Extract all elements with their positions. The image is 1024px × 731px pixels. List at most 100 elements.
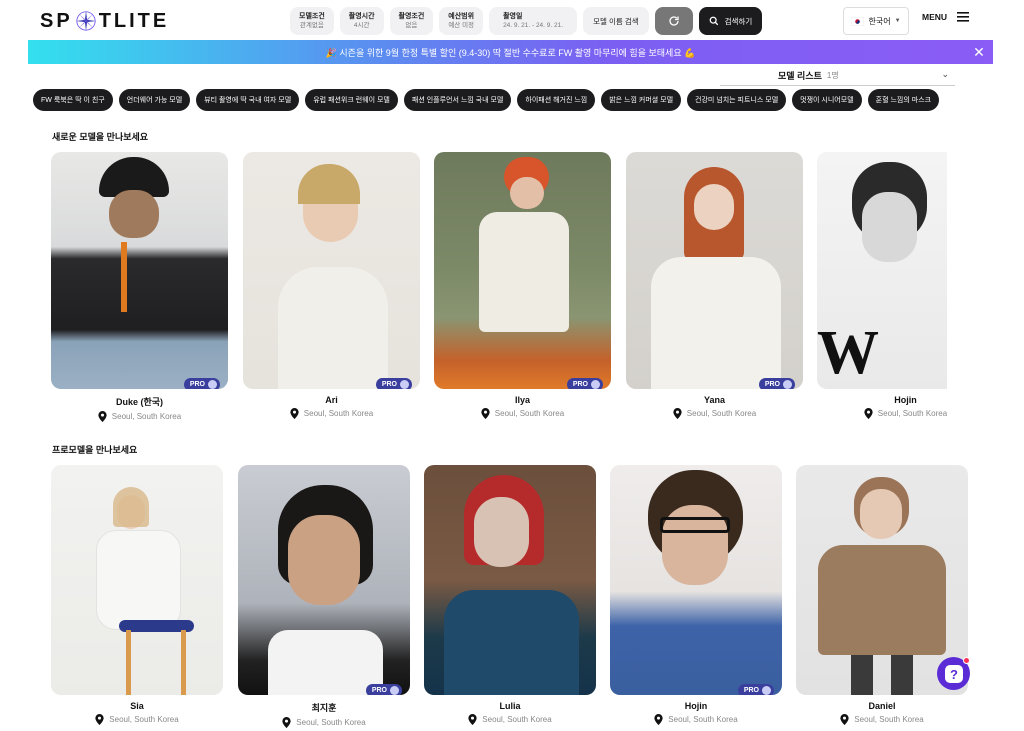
filter-title: 예산범위	[448, 12, 475, 20]
filter-value: 관계없음	[299, 21, 324, 29]
logo-text-left: SP	[40, 9, 73, 32]
tag-chip[interactable]: 언더웨어 가능 모델	[118, 89, 191, 111]
model-photo[interactable]: PRO	[238, 465, 410, 695]
model-location: Seoul, South Korea	[796, 714, 968, 725]
chevron-down-icon: ⌄	[941, 69, 949, 79]
menu-label: MENU	[922, 12, 948, 22]
model-photo[interactable]: PRO	[243, 152, 420, 389]
filter-shoot-hours[interactable]: 촬영시간 4시간	[339, 7, 384, 35]
model-list-count: 1명	[826, 71, 839, 80]
model-list-dropdown[interactable]: 모델 리스트 1명 ⌄	[720, 66, 955, 86]
model-photo[interactable]	[424, 465, 596, 695]
model-photo[interactable]: PRO	[626, 152, 803, 389]
filter-value: 24. 9. 21. - 24. 9. 21.	[503, 21, 564, 29]
pro-badge-label: PRO	[743, 687, 759, 694]
location-pin-icon	[481, 408, 490, 419]
pro-badge-label: PRO	[381, 381, 397, 388]
model-location: Seoul, South Korea	[238, 717, 410, 728]
model-name: Lulia	[499, 701, 521, 711]
location-pin-icon	[673, 408, 682, 419]
model-location-text: Seoul, South Korea	[686, 409, 757, 418]
pro-badge: PRO	[365, 684, 402, 695]
logo-text-right: TLITE	[98, 9, 170, 32]
filter-model-condition[interactable]: 모델조건 관계없음	[290, 7, 334, 35]
filter-title: 촬영시간	[348, 12, 375, 20]
filter-budget[interactable]: 예산범위 예산 미정	[439, 7, 484, 35]
refresh-button[interactable]	[654, 7, 693, 35]
filter-value: 예산 미정	[448, 21, 475, 29]
pro-globe-icon	[400, 380, 409, 389]
location-pin-icon	[95, 714, 104, 725]
pro-badge-label: PRO	[764, 381, 780, 388]
model-name-search-input[interactable]: 모델 이름 검색	[583, 7, 649, 35]
menu-button[interactable]: MENU	[922, 12, 970, 22]
location-pin-icon	[468, 714, 477, 725]
promo-banner[interactable]: 🎉 시즌을 위한 9월 한정 특별 할인 (9.4-30) 딱 절반 수수료로 …	[28, 40, 993, 64]
model-name: Hojin	[894, 395, 917, 405]
model-photo[interactable]: PRO	[610, 465, 782, 695]
tag-chip[interactable]: 훈혈 느낌의 마스크	[867, 89, 940, 111]
close-icon[interactable]: ✕	[971, 44, 987, 60]
model-card[interactable]: PRO 최지훈 Seoul, South Korea	[238, 465, 410, 728]
tag-chip[interactable]: 건강미 넘치는 피트니스 모델	[687, 89, 787, 111]
model-location-text: Seoul, South Korea	[494, 409, 565, 418]
model-location: Seoul, South Korea	[51, 714, 223, 725]
location-pin-icon	[98, 411, 107, 422]
model-photo[interactable]: W	[817, 152, 947, 389]
model-location: Seoul, South Korea	[243, 408, 420, 419]
pro-globe-icon	[762, 686, 771, 695]
model-photo[interactable]	[51, 465, 223, 695]
tag-chip[interactable]: 멋쟁이 시니어모델	[792, 89, 862, 111]
tag-chip[interactable]: 유럽 패션위크 런웨이 모델	[305, 89, 398, 111]
spotlite-logo[interactable]: SP TLITE	[40, 8, 169, 34]
search-filter-bar: 모델조건 관계없음 촬영시간 4시간 촬영조건 없음 예산범위 예산 미정 촬영…	[290, 7, 763, 35]
filter-title: 촬영조건	[398, 12, 425, 20]
chevron-down-icon: ▼	[894, 18, 901, 24]
model-card[interactable]: PRO Duke (한국) Seoul, South Korea	[51, 152, 228, 422]
model-location: Seoul, South Korea	[626, 408, 803, 419]
filter-shoot-date[interactable]: 촬영일 24. 9. 21. - 24. 9. 21.	[489, 7, 578, 35]
help-button[interactable]: ?	[937, 657, 970, 690]
pro-badge: PRO	[375, 378, 412, 389]
model-name: 최지훈	[311, 703, 337, 713]
pro-badge: PRO	[566, 378, 603, 389]
pro-badge-label: PRO	[371, 687, 387, 694]
filter-value: 4시간	[353, 21, 370, 29]
filter-shoot-condition[interactable]: 촬영조건 없음	[389, 7, 434, 35]
model-photo[interactable]: PRO	[51, 152, 228, 389]
model-name: Duke (한국)	[115, 397, 164, 407]
model-name: Sia	[130, 701, 144, 711]
tag-chip[interactable]: 밝은 느낌 커머셜 모델	[601, 89, 682, 111]
model-card[interactable]: PRO Ilya Seoul, South Korea	[434, 152, 611, 419]
filter-value: 없음	[405, 21, 418, 29]
search-icon	[709, 16, 718, 26]
model-card[interactable]: W Hojin Seoul, South Korea	[817, 152, 947, 419]
language-select[interactable]: 한국어 ▼	[843, 7, 909, 35]
location-pin-icon	[654, 714, 663, 725]
tag-chip[interactable]: 패션 인플루언서 느낌 국내 모델	[403, 89, 512, 111]
model-card[interactable]: PRO Ari Seoul, South Korea	[243, 152, 420, 419]
tag-chip[interactable]: 뷰티 촬영에 딱 국내 여자 모델	[196, 89, 300, 111]
logo-star-icon	[75, 10, 96, 32]
search-button[interactable]: 검색하기	[698, 7, 763, 35]
hamburger-icon	[957, 12, 970, 22]
model-card[interactable]: PRO Yana Seoul, South Korea	[626, 152, 803, 419]
pro-badge: PRO	[737, 684, 774, 695]
model-location-text: Seoul, South Korea	[854, 715, 924, 724]
model-photo[interactable]: PRO	[434, 152, 611, 389]
location-pin-icon	[864, 408, 873, 419]
top-header: SP TLITE 모델조건 관계없음 촬영시간 4시간 촬영조건 없음 예산범위…	[0, 0, 1024, 40]
model-card[interactable]: PRO Hojin Seoul, South Korea	[610, 465, 782, 725]
model-location-text: Seoul, South Korea	[111, 412, 182, 421]
model-location: Seoul, South Korea	[424, 714, 596, 725]
refresh-icon	[669, 16, 679, 26]
tag-chip[interactable]: 하이패션 해거진 느낌	[517, 89, 596, 111]
search-button-label: 검색하기	[724, 16, 753, 26]
model-card[interactable]: Sia Seoul, South Korea	[51, 465, 223, 725]
location-pin-icon	[840, 714, 849, 725]
model-card[interactable]: Lulia Seoul, South Korea	[424, 465, 596, 725]
category-tags: FW 룩북은 딱 이 친구 언더웨어 가능 모델 뷰티 촬영에 딱 국내 여자 …	[33, 89, 940, 111]
model-location: Seoul, South Korea	[817, 408, 947, 419]
tag-chip[interactable]: FW 룩북은 딱 이 친구	[33, 89, 113, 111]
model-name: Hojin	[684, 701, 708, 711]
